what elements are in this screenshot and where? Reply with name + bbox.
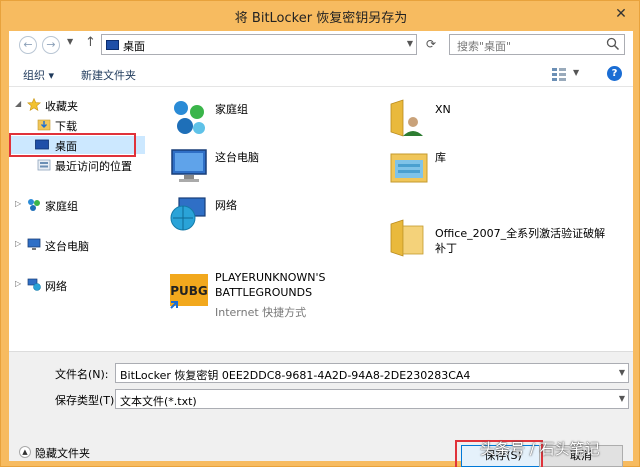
hide-folders-label: 隐藏文件夹 [35, 447, 90, 460]
computer-icon [171, 149, 207, 182]
up-button[interactable]: ↑ [85, 35, 96, 50]
recent-places-icon [37, 159, 51, 171]
chevron-down-icon[interactable]: ▼ [619, 368, 625, 377]
file-label-line2: BATTLEGROUNDS [215, 286, 313, 299]
expand-arrow-icon[interactable]: ▷ [15, 199, 21, 208]
expand-arrow-icon[interactable]: ◢ [15, 99, 21, 108]
downloads-folder-icon [37, 119, 51, 131]
expand-arrow-icon[interactable]: ▷ [15, 239, 21, 248]
file-label-line2: 补丁 [435, 242, 457, 255]
nav-label: 收藏夹 [45, 100, 78, 113]
search-input[interactable]: 搜索"桌面" [449, 34, 625, 55]
annotation-highlight-desktop [9, 133, 136, 157]
homegroup-icon [28, 199, 40, 211]
view-options-icon[interactable] [549, 65, 569, 83]
file-type-label: Internet 快捷方式 [215, 306, 307, 319]
file-label: 库 [435, 151, 446, 164]
address-row: ← → ▼ ↑ 桌面 ▼ ⟳ 搜索"桌面" [9, 31, 633, 59]
chevron-down-icon[interactable]: ▼ [619, 394, 625, 403]
nav-label: 这台电脑 [45, 240, 89, 253]
title-bar[interactable]: 将 BitLocker 恢复密钥另存为 ✕ [1, 1, 640, 31]
address-path: 桌面 [123, 40, 145, 53]
back-button[interactable]: ← [19, 36, 37, 54]
file-item-network[interactable]: 网络 [169, 194, 369, 234]
organize-menu[interactable]: 组织 ▾ [23, 67, 54, 83]
nav-favorites[interactable]: ◢ 收藏夹 [15, 96, 145, 114]
file-item-user-xn[interactable]: XN [389, 98, 609, 138]
new-folder-button[interactable]: 新建文件夹 [81, 67, 136, 83]
file-type-select[interactable]: 文本文件(*.txt) ▼ [115, 389, 629, 409]
pubg-icon: PUBG [170, 274, 208, 309]
library-folder-icon [390, 153, 428, 183]
user-folder-icon [390, 99, 423, 137]
chevron-up-icon: ▲ [19, 446, 31, 458]
navigation-pane: ◢ 收藏夹 下载 桌面 最近访问的位置 ▷ 家庭组 ▷ 这台电脑 ▷ 网络 [9, 88, 146, 351]
file-label-line1: Office_2007_全系列激活验证破解 [435, 227, 606, 240]
file-item-pubg-shortcut[interactable]: PUBG PLAYERUNKNOWN'S BATTLEGROUNDS Inter… [169, 270, 389, 320]
file-type-label: 保存类型(T): [55, 394, 119, 407]
watermark-text: 头条号 / 石头笔记 [480, 440, 600, 458]
expand-arrow-icon[interactable]: ▷ [15, 279, 21, 288]
file-type-value: 文本文件(*.txt) [120, 395, 197, 408]
network-icon [170, 197, 206, 231]
close-button[interactable]: ✕ [609, 3, 633, 25]
nav-label: 下载 [55, 120, 77, 133]
nav-this-pc[interactable]: ▷ 这台电脑 [15, 236, 145, 254]
file-label: 网络 [215, 199, 237, 212]
nav-label: 家庭组 [45, 200, 78, 213]
filename-label: 文件名(N): [55, 368, 109, 381]
nav-network[interactable]: ▷ 网络 [15, 276, 145, 294]
address-bar[interactable]: 桌面 ▼ [101, 34, 417, 55]
dialog-client-area: ← → ▼ ↑ 桌面 ▼ ⟳ 搜索"桌面" 组织 ▾ 新建文件夹 ▼ ? ◢ 收… [9, 31, 633, 467]
forward-button[interactable]: → [42, 36, 60, 54]
nav-label: 网络 [45, 280, 67, 293]
refresh-button[interactable]: ⟳ [421, 34, 441, 55]
svg-text:PUBG: PUBG [170, 284, 208, 298]
file-list: 家庭组 这台电脑 网络 PUBG PLAYERUNKNOWN'S BATTLEG… [147, 88, 633, 351]
search-icon [606, 37, 620, 51]
window-title: 将 BitLocker 恢复密钥另存为 [234, 11, 408, 26]
filename-input[interactable]: BitLocker 恢复密钥 0EE2DDC8-9681-4A2D-94A8-2… [115, 363, 629, 383]
homegroup-icon [174, 101, 205, 134]
network-icon [27, 278, 41, 291]
save-dialog-window: 将 BitLocker 恢复密钥另存为 ✕ ← → ▼ ↑ 桌面 ▼ ⟳ 搜索"… [0, 0, 640, 467]
nav-recent-places[interactable]: 最近访问的位置 [15, 156, 145, 174]
file-label: PLAYERUNKNOWN'S BATTLEGROUNDS [215, 270, 326, 300]
nav-homegroup[interactable]: ▷ 家庭组 [15, 196, 145, 214]
filename-value: BitLocker 恢复密钥 0EE2DDC8-9681-4A2D-94A8-2… [120, 369, 471, 382]
recent-locations-dropdown[interactable]: ▼ [67, 37, 73, 46]
file-label: XN [435, 103, 451, 116]
command-bar: 组织 ▾ 新建文件夹 ▼ ? [9, 61, 633, 87]
desktop-icon [106, 40, 119, 50]
file-item-this-pc[interactable]: 这台电脑 [169, 146, 369, 186]
file-label-line1: PLAYERUNKNOWN'S [215, 271, 326, 284]
nav-downloads[interactable]: 下载 [15, 116, 145, 134]
file-label: 家庭组 [215, 103, 248, 116]
file-item-homegroup[interactable]: 家庭组 [169, 98, 369, 138]
folder-icon [390, 219, 424, 257]
help-button[interactable]: ? [607, 66, 622, 81]
star-icon [27, 98, 41, 111]
view-dropdown-icon[interactable]: ▼ [573, 68, 579, 77]
search-placeholder: 搜索"桌面" [457, 40, 512, 53]
file-label: 这台电脑 [215, 151, 259, 164]
chevron-down-icon[interactable]: ▼ [407, 39, 413, 48]
file-item-office-patch[interactable]: Office_2007_全系列激活验证破解 补丁 [389, 218, 629, 258]
nav-label: 最近访问的位置 [55, 160, 132, 173]
computer-icon [27, 238, 41, 250]
file-label: Office_2007_全系列激活验证破解 补丁 [435, 226, 605, 256]
file-item-libraries[interactable]: 库 [389, 146, 609, 186]
